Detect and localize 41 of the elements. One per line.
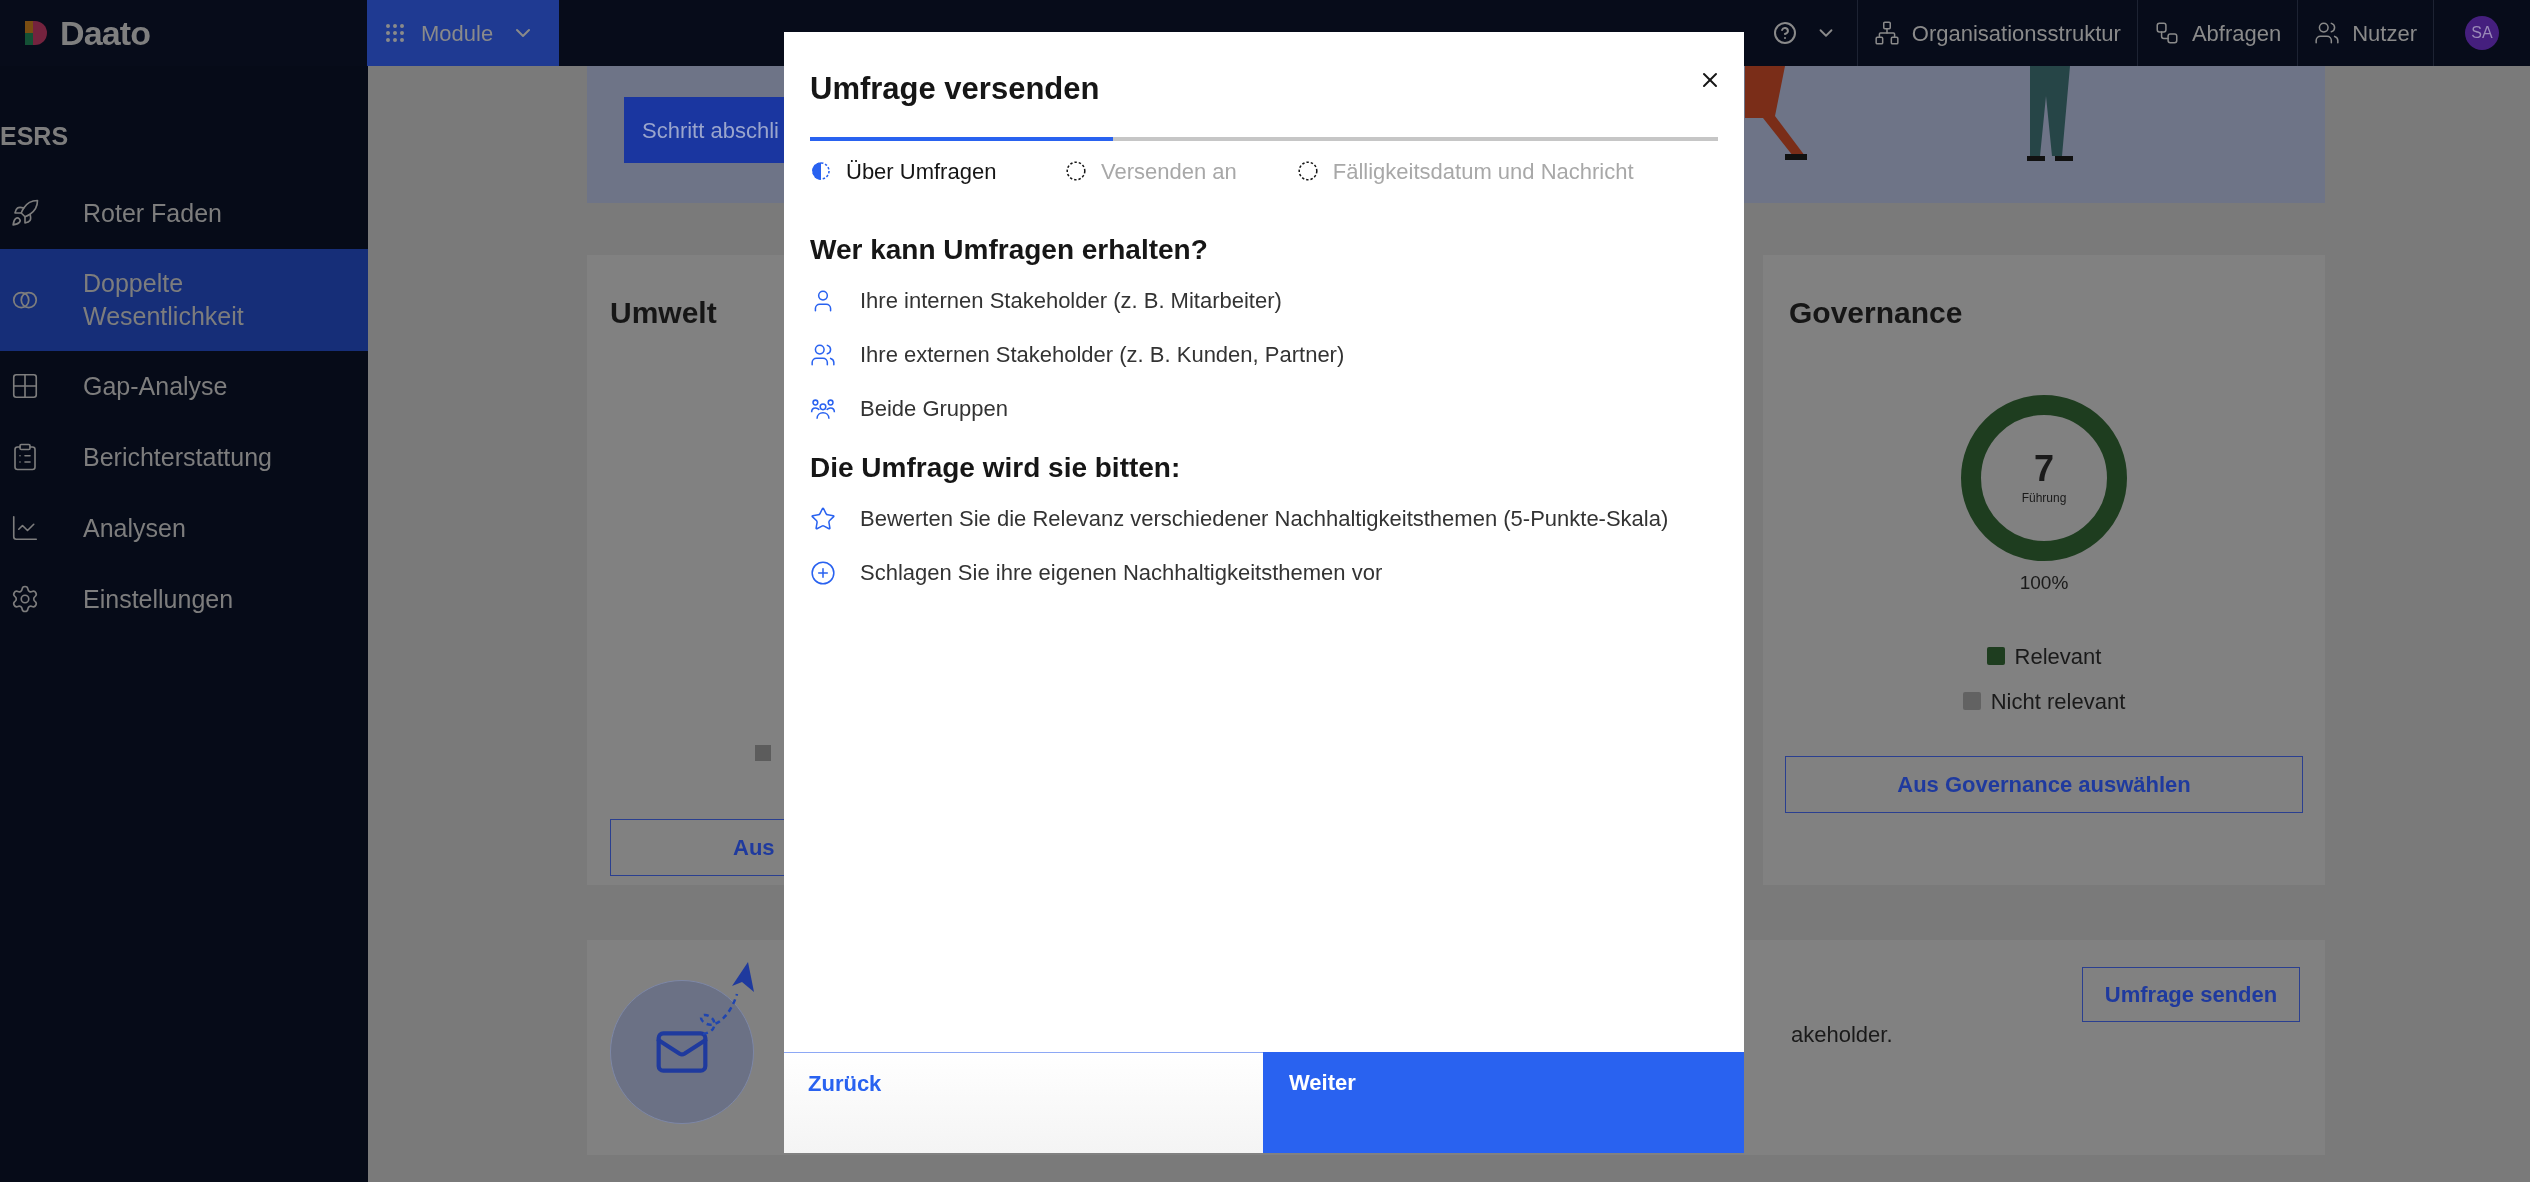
sidebar-item[interactable]: Roter Faden — [0, 177, 368, 249]
grid-icon — [10, 371, 40, 401]
card-title: Governance — [1789, 295, 1963, 331]
next-button[interactable]: Weiter — [1263, 1052, 1744, 1153]
count-caption: Führung — [2021, 490, 2067, 507]
module-button[interactable]: Module — [367, 0, 559, 66]
count-value: 7 — [2034, 449, 2054, 489]
step-tab[interactable]: Versenden an — [1065, 154, 1237, 188]
user-avatar[interactable]: SA — [2465, 16, 2499, 50]
sidebar-item[interactable]: Gap-Analyse — [0, 350, 368, 422]
section-heading: Die Umfrage wird sie bitten: — [810, 450, 1182, 485]
percent-label: 100% — [2019, 571, 2069, 595]
org-chart-icon — [1873, 20, 1900, 46]
list-item-text: Schlagen Sie ihre eigenen Nachhaltigkeitsthemen vor — [860, 558, 1383, 587]
rocket-icon — [10, 198, 40, 228]
logo-text: Daato — [60, 12, 151, 54]
sidebar-item[interactable]: Einstellungen — [0, 563, 368, 635]
list-item-text: Ihre internen Stakeholder (z. B. Mitarbeiter) — [860, 286, 1282, 315]
help-icon — [1772, 21, 1797, 45]
grid-dots-icon — [383, 21, 407, 45]
plus-circle-icon — [810, 559, 836, 586]
section-heading: Wer kann Umfragen erhalten? — [810, 232, 1209, 267]
users-icon — [2314, 20, 2341, 46]
description-text: akeholder. — [1791, 1021, 1893, 1049]
list-item-text: Ihre externen Stakeholder (z. B. Kunden, Partner) — [860, 340, 1345, 369]
sidebar-item[interactable]: Doppelte Wesentlichkeit — [0, 248, 368, 351]
star-icon — [810, 505, 836, 532]
sidebar-item[interactable]: Berichterstattung — [0, 421, 368, 493]
line-chart-icon — [10, 513, 40, 543]
legend-label: Relevant — [2014, 642, 2102, 671]
list-item-text: Beide Gruppen — [860, 394, 1008, 423]
flow-icon — [2153, 20, 2180, 46]
select-button[interactable]: Aus Governance auswählen — [1785, 755, 2303, 813]
legend-label: Nicht relevant — [1990, 687, 2126, 716]
back-button[interactable]: Zurück — [784, 1052, 1263, 1153]
list-item-text: Bewerten Sie die Relevanz verschiedener Nachhaltigkeitsthemen (5-Punkte-Skala) — [860, 504, 1669, 533]
section-heading: ESRS — [0, 121, 69, 152]
send-survey-button[interactable]: Umfrage senden — [2082, 967, 2300, 1022]
settings-icon — [10, 584, 40, 614]
card-title: Umwelt — [610, 295, 717, 331]
sidebar-item[interactable]: Analysen — [0, 492, 368, 564]
